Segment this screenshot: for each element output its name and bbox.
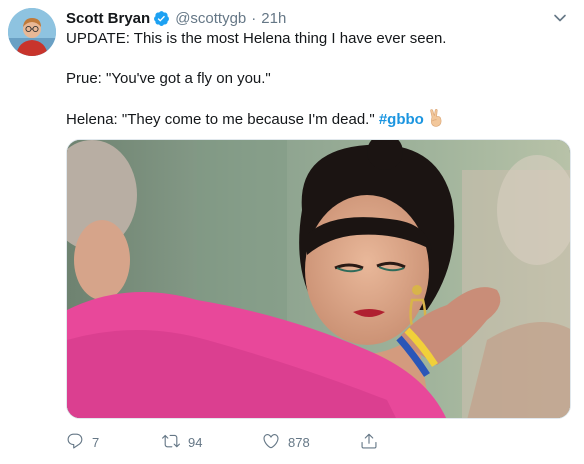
- tweet-text: UPDATE: This is the most Helena thing I …: [66, 29, 566, 133]
- tweet-line-2: Prue: "You've got a fly on you.": [66, 70, 271, 87]
- retweet-icon: [162, 432, 180, 453]
- verified-badge-icon: [153, 10, 170, 27]
- share-icon: [360, 432, 378, 453]
- like-button[interactable]: 878: [262, 428, 310, 456]
- peace-hand-emoji: [428, 108, 444, 133]
- tweet-line-3: Helena: "They come to me because I'm dea…: [66, 108, 566, 133]
- retweet-button[interactable]: 94: [162, 428, 202, 456]
- timestamp[interactable]: 21h: [261, 10, 286, 27]
- tweet-header: Scott Bryan @scottygb · 21h: [66, 8, 286, 28]
- separator-dot: ·: [251, 9, 257, 27]
- tweet-line-1: UPDATE: This is the most Helena thing I …: [66, 30, 447, 47]
- author-name[interactable]: Scott Bryan: [66, 10, 150, 27]
- hashtag-link[interactable]: #gbbo: [379, 111, 424, 128]
- author-handle[interactable]: @scottygb: [175, 10, 246, 27]
- share-button[interactable]: [360, 428, 378, 456]
- like-count: 878: [288, 434, 310, 450]
- avatar[interactable]: [8, 8, 56, 56]
- tweet-actions: 7 94 878: [66, 428, 406, 456]
- reply-button[interactable]: 7: [66, 428, 99, 456]
- tweet-media-image[interactable]: [66, 139, 571, 419]
- tweet[interactable]: Scott Bryan @scottygb · 21h UPDATE: This…: [0, 0, 584, 464]
- chevron-down-icon[interactable]: [552, 10, 568, 26]
- retweet-count: 94: [188, 434, 203, 450]
- reply-icon: [66, 432, 84, 453]
- reply-count: 7: [92, 434, 100, 450]
- tweet-line-3-text: Helena: "They come to me because I'm dea…: [66, 111, 375, 128]
- heart-icon: [262, 432, 280, 453]
